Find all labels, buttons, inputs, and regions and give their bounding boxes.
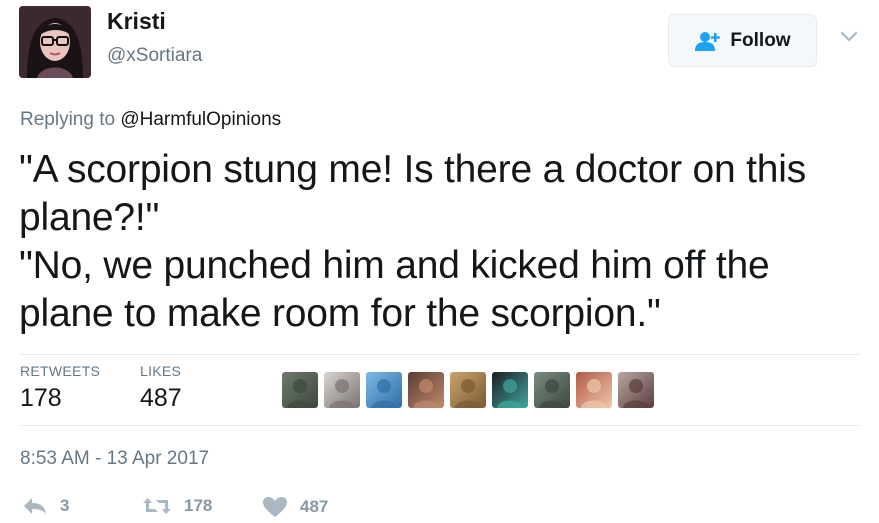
- liker-avatar[interactable]: [534, 372, 570, 408]
- retweet-icon: [143, 498, 171, 514]
- follow-button[interactable]: Follow: [668, 14, 817, 67]
- reply-button[interactable]: 3: [22, 496, 69, 516]
- likes-label: LIKES: [140, 363, 182, 379]
- avatar[interactable]: [19, 6, 91, 78]
- liker-avatar[interactable]: [492, 372, 528, 408]
- liker-avatar[interactable]: [324, 372, 360, 408]
- retweets-label: RETWEETS: [20, 363, 101, 379]
- likes-value: 487: [140, 384, 182, 412]
- avatar-image: [19, 6, 91, 78]
- tweet-text: "A scorpion stung me! Is there a doctor …: [19, 146, 859, 338]
- like-count: 487: [300, 497, 329, 516]
- liker-avatar[interactable]: [618, 372, 654, 408]
- follow-label: Follow: [730, 29, 791, 51]
- reply-context: Replying to @HarmfulOpinions: [20, 109, 281, 131]
- likes-stat[interactable]: LIKES 487: [140, 363, 182, 413]
- liker-avatar[interactable]: [366, 372, 402, 408]
- stats-divider-top: [20, 354, 860, 355]
- heart-icon: [263, 497, 287, 517]
- liker-avatar[interactable]: [282, 372, 318, 408]
- retweets-stat[interactable]: RETWEETS 178: [20, 363, 100, 413]
- liker-avatar[interactable]: [408, 372, 444, 408]
- like-button[interactable]: 487: [262, 496, 328, 518]
- reply-prefix: Replying to: [20, 109, 116, 130]
- retweets-value: 178: [20, 384, 62, 412]
- stats-divider-bottom: [20, 425, 860, 426]
- author-handle[interactable]: @xSortiara: [107, 45, 202, 67]
- author-name[interactable]: Kristi: [107, 8, 166, 35]
- chevron-down-icon[interactable]: [838, 29, 860, 45]
- reply-icon: [24, 498, 46, 514]
- tweet-timestamp[interactable]: 8:53 AM - 13 Apr 2017: [20, 448, 209, 470]
- reply-count: 3: [60, 496, 70, 515]
- retweet-count: 178: [184, 496, 213, 515]
- reply-mention-link[interactable]: @HarmfulOpinions: [120, 109, 281, 130]
- liker-avatar[interactable]: [450, 372, 486, 408]
- tweet-line-1: "A scorpion stung me! Is there a doctor …: [19, 148, 807, 239]
- tweet-line-2: "No, we punched him and kicked him off t…: [19, 244, 770, 335]
- retweet-button[interactable]: 178: [142, 496, 212, 516]
- liker-avatars: [282, 372, 654, 408]
- add-user-icon: [695, 31, 721, 51]
- liker-avatar[interactable]: [576, 372, 612, 408]
